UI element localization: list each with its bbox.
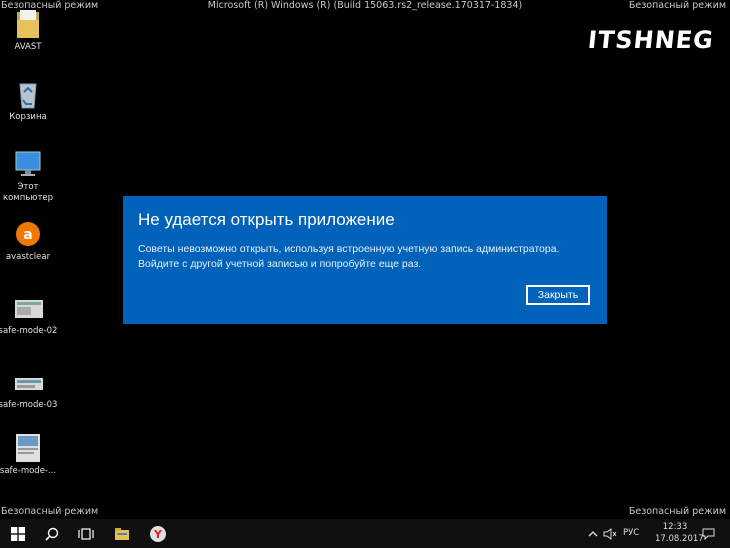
folder-icon [11,8,45,40]
watermark-logo: ITSHNEG [586,26,716,54]
dialog-message: Советы невозможно открыть, используя вст… [138,243,560,270]
task-view-icon[interactable] [72,519,100,548]
computer-icon [11,148,45,180]
desktop-icon-label: safe-mode-03 [0,400,58,410]
chevron-up-icon[interactable] [586,519,600,548]
clock-date: 17.08.2017 [655,534,704,544]
desktop-icon-safe-mode-02[interactable]: safe-mode-02 [0,292,58,337]
clock[interactable]: 12:33 17.08.2017 [655,521,704,545]
desktop-icon-label: safe-mode-02 [0,326,58,336]
close-button[interactable]: Закрыть [526,285,590,305]
dialog-title: Не удается открыть приложение [138,210,395,229]
image-thumbnail-icon [11,432,45,464]
desktop-icon-avast-folder[interactable]: AVAST [0,8,58,53]
notifications-icon[interactable] [698,519,718,548]
desktop-icon-label: AVAST [14,42,42,52]
desktop-icon-safe-mode-03[interactable]: safe-mode-03 [0,366,58,411]
svg-text:Y: Y [153,528,163,541]
desktop-icon-label: Корзина [9,112,47,122]
svg-text:a: a [23,227,32,243]
language-indicator[interactable]: РУС [623,528,639,538]
desktop-icon-this-pc[interactable]: Этот компьютер [0,148,58,204]
safe-mode-label-bottom-right: Безопасный режим [628,506,726,517]
error-dialog: Не удается открыть приложение Советы нев… [123,196,607,324]
recycle-bin-icon [11,78,45,110]
image-thumbnail-icon [11,292,45,324]
search-icon[interactable] [38,519,66,548]
clock-time: 12:33 [662,522,688,532]
desktop-icon-avastclear[interactable]: a avastclear [0,218,58,263]
yandex-browser-icon[interactable]: Y [144,519,172,548]
image-thumbnail-icon [11,366,45,398]
file-explorer-icon[interactable] [108,519,136,548]
desktop-icon-label: avastclear [5,252,51,262]
desktop-icon-label: safe-mode-... [0,466,57,476]
desktop-icon-label: Этот компьютер [2,182,54,203]
start-icon[interactable] [4,519,32,548]
build-info: Microsoft (R) Windows (R) (Build 15063.r… [207,0,523,11]
avast-icon: a [11,218,45,250]
volume-icon[interactable] [602,519,618,548]
desktop-icon-recycle-bin[interactable]: Корзина [0,78,58,123]
desktop-icon-safe-mode-04[interactable]: safe-mode-... [0,432,58,477]
safe-mode-label-bottom-left: Безопасный режим [1,506,99,517]
taskbar: Y РУС 12:33 17.08.2017 [0,519,730,548]
